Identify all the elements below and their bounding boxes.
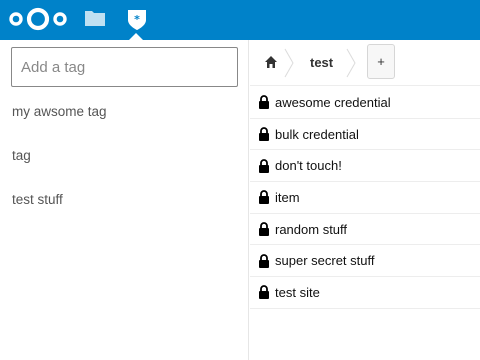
add-tag-input[interactable] [11,47,238,87]
tag-item[interactable]: test stuff [0,184,248,228]
breadcrumb-current[interactable]: test [310,55,333,70]
credential-label: test site [275,284,320,300]
active-app-indicator [129,33,143,40]
passman-shield-icon[interactable]: * [126,8,148,32]
lock-icon [259,222,269,237]
credential-panel: test + awesome credential bulk credentia… [250,40,480,360]
credential-label: don't touch! [275,158,342,174]
credential-label: bulk credential [275,126,359,142]
nextcloud-logo-icon[interactable] [8,6,68,32]
tag-list: my awsome tag tag test stuff [0,96,248,228]
folder-icon[interactable] [84,8,106,28]
credential-row[interactable]: random stuff [250,214,480,246]
lock-icon [259,253,269,268]
credential-label: random stuff [275,221,348,237]
credential-label: item [275,189,300,205]
breadcrumb-separator-icon [346,48,356,78]
lock-icon [259,190,269,205]
credential-row[interactable]: item [250,182,480,214]
credential-label: awesome credential [275,94,391,110]
credential-row[interactable]: super secret stuff [250,245,480,278]
credential-list: awesome credential bulk credential don't… [250,87,480,309]
home-icon[interactable] [264,55,278,69]
lock-icon [259,158,269,173]
lock-icon [259,95,269,110]
tag-item[interactable]: my awsome tag [0,96,248,140]
breadcrumb-separator-icon [284,48,294,78]
credential-label: super secret stuff [275,253,375,269]
svg-text:*: * [134,13,140,26]
tag-item[interactable]: tag [0,140,248,184]
lock-icon [259,127,269,142]
tag-sidebar: my awsome tag tag test stuff [0,40,249,360]
credential-row[interactable]: test site [250,277,480,309]
lock-icon [259,285,269,300]
breadcrumb: test + [250,40,480,86]
top-header: * [0,0,480,40]
add-credential-button[interactable]: + [367,44,395,79]
credential-row[interactable]: bulk credential [250,119,480,151]
credential-row[interactable]: awesome credential [250,87,480,119]
credential-row[interactable]: don't touch! [250,150,480,183]
